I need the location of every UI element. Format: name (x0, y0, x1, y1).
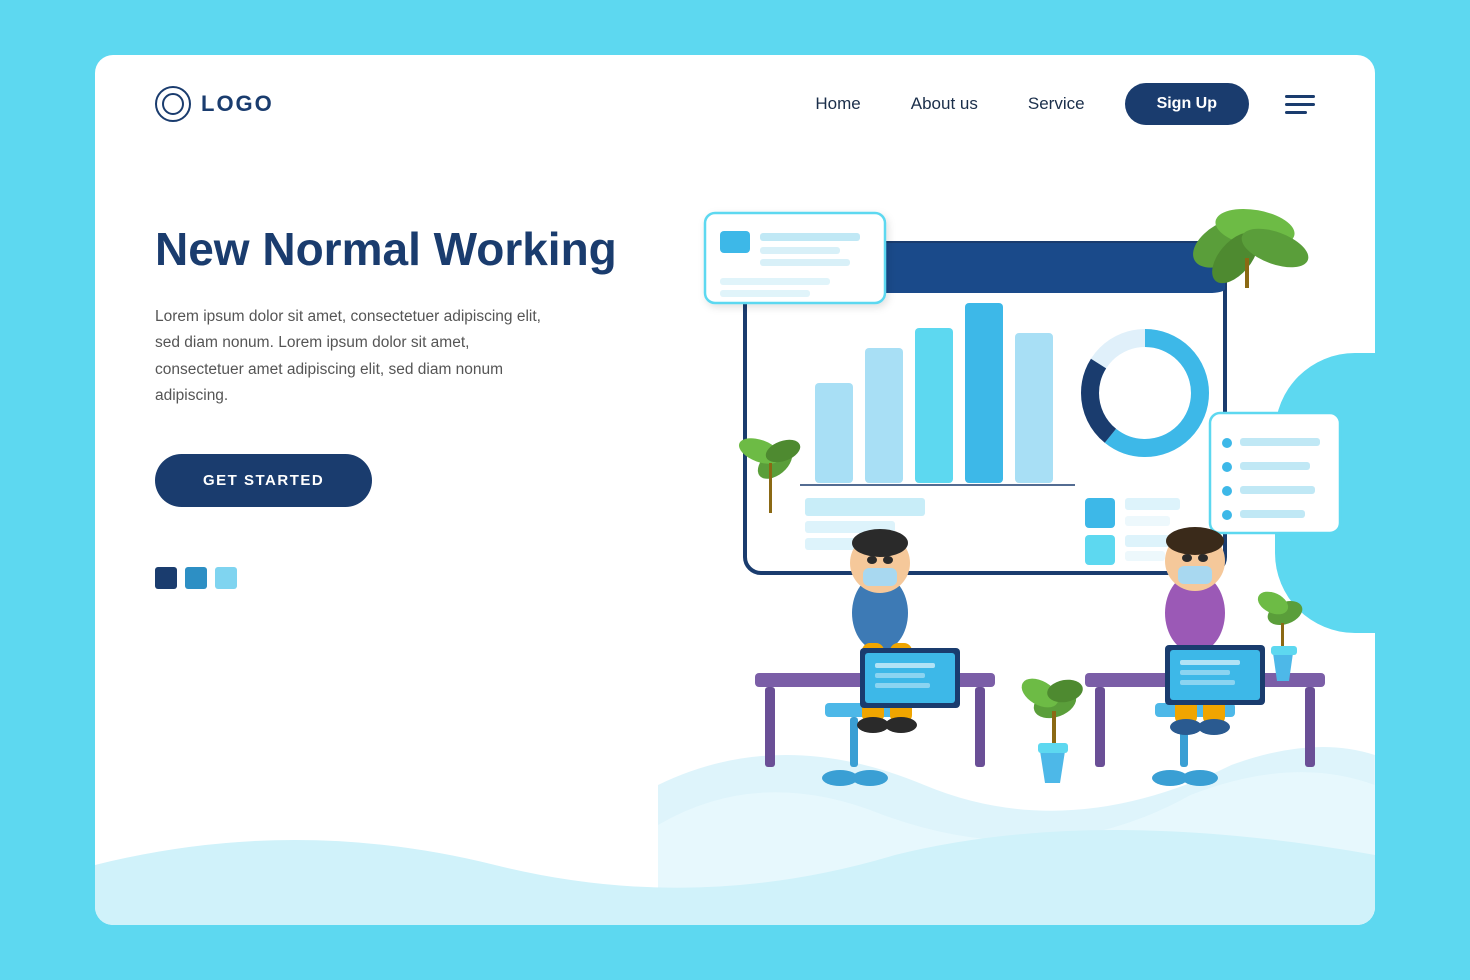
page-card: LOGO Home About us Service Sign Up New N… (95, 55, 1375, 925)
hero-description: Lorem ipsum dolor sit amet, consectetuer… (155, 304, 555, 409)
get-started-button[interactable]: GET STARTED (155, 454, 372, 507)
nav-home[interactable]: Home (815, 94, 860, 114)
bottom-wave-svg (95, 805, 1375, 925)
hero-left: New Normal Working Lorem ipsum dolor sit… (155, 183, 665, 589)
logo-area[interactable]: LOGO (155, 86, 274, 122)
hamburger-line-3 (1285, 111, 1307, 114)
nav-service[interactable]: Service (1028, 94, 1085, 114)
signup-button[interactable]: Sign Up (1125, 83, 1249, 125)
dot-1 (155, 567, 177, 589)
hamburger-line-2 (1285, 103, 1315, 106)
dot-3 (215, 567, 237, 589)
nav-links: Home About us Service (815, 94, 1084, 114)
logo-icon (155, 86, 191, 122)
logo-text: LOGO (201, 91, 274, 117)
hamburger-line-1 (1285, 95, 1315, 98)
logo-circle-inner (162, 93, 184, 115)
hamburger-menu[interactable] (1285, 95, 1315, 114)
dot-2 (185, 567, 207, 589)
main-illustration-svg (665, 163, 1345, 863)
hero-title: New Normal Working (155, 223, 665, 276)
indicator-dots (155, 567, 665, 589)
nav-about[interactable]: About us (911, 94, 978, 114)
navbar: LOGO Home About us Service Sign Up (95, 55, 1375, 153)
